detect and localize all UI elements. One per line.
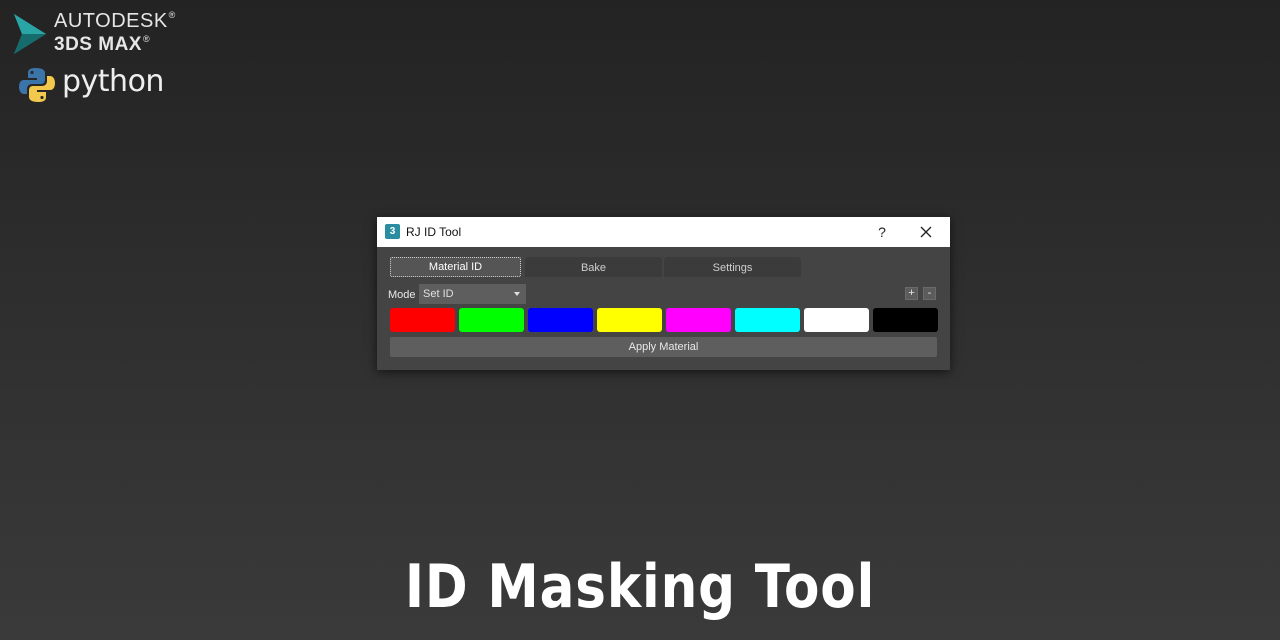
apply-material-button[interactable]: Apply Material [390, 337, 937, 357]
registered-mark-2: ® [142, 34, 151, 44]
color-swatch-cyan[interactable] [735, 308, 800, 332]
color-swatch-blue[interactable] [528, 308, 593, 332]
tab-settings[interactable]: Settings [664, 257, 801, 277]
3ds-max-app-icon: 3 [385, 224, 400, 239]
3ds-max-wordmark: 3DS MAX [54, 34, 142, 55]
remove-id-button[interactable]: - [923, 287, 936, 300]
python-wordmark: python [62, 64, 164, 99]
tab-bake[interactable]: Bake [525, 257, 662, 277]
color-swatch-red[interactable] [390, 308, 455, 332]
mode-dropdown[interactable]: Set ID [419, 284, 526, 304]
headline-title: ID Masking Tool [404, 552, 876, 622]
color-swatch-yellow[interactable] [597, 308, 662, 332]
tab-material-id[interactable]: Material ID [390, 257, 521, 277]
registered-mark: ® [168, 10, 176, 20]
add-id-button[interactable]: + [905, 287, 918, 300]
autodesk-3ds-max-logo: AUTODESK® 3DS MAX® [12, 10, 175, 60]
color-swatch-black[interactable] [873, 308, 938, 332]
python-logo: python [18, 64, 168, 106]
rj-id-tool-window: 3 RJ ID Tool ? Material ID Bake Settings… [377, 217, 950, 370]
mode-dropdown-value: Set ID [423, 288, 454, 300]
window-titlebar[interactable]: 3 RJ ID Tool ? [377, 217, 950, 247]
3ds-max-icon [14, 14, 46, 54]
mode-label: Mode [388, 289, 416, 301]
color-swatch-white[interactable] [804, 308, 869, 332]
window-title: RJ ID Tool [406, 225, 462, 239]
python-icon [19, 68, 55, 102]
autodesk-wordmark: AUTODESK [54, 10, 168, 32]
close-icon [920, 226, 932, 238]
chevron-down-icon [514, 292, 520, 296]
close-button[interactable] [915, 222, 937, 242]
help-button[interactable]: ? [873, 222, 891, 242]
color-swatch-magenta[interactable] [666, 308, 731, 332]
color-swatch-green[interactable] [459, 308, 524, 332]
